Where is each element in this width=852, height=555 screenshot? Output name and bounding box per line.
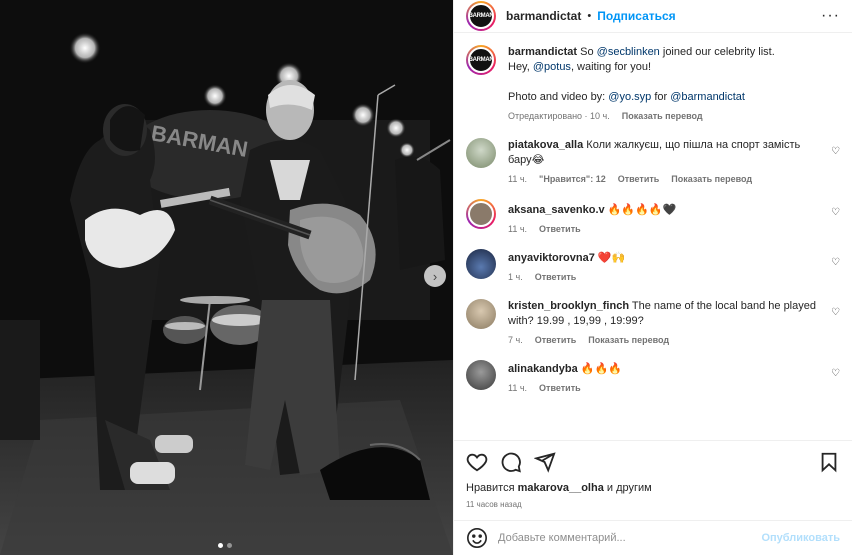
likes-suffix[interactable]: и другим [604,482,652,494]
like-heart-icon[interactable] [466,451,488,473]
header-separator: • [587,10,592,22]
post-header: BARMAN barmandictat • Подписаться ··· [454,0,852,33]
mention-link[interactable]: @yo.syp [608,91,651,103]
caption-text: Hey, [508,61,533,73]
commenter-avatar[interactable] [466,138,496,168]
like-comment-heart-icon[interactable]: ♡ [831,307,840,318]
reply-button[interactable]: Ответить [539,381,581,396]
commenter-username[interactable]: piatakova_alla [508,139,583,151]
comment-text: ❤️🙌 [597,252,626,264]
reply-button[interactable]: Ответить [535,333,577,348]
comment-input[interactable] [498,532,762,544]
mention-link[interactable]: @potus [533,61,571,73]
comment-time: 11 ч. [508,224,528,234]
post-details-panel: BARMAN barmandictat • Подписаться ··· BA… [453,0,852,555]
commenter-avatar[interactable] [466,360,496,390]
translate-button[interactable]: Показать перевод [622,109,703,124]
commenter-username[interactable]: kristen_brooklyn_finch [508,300,629,312]
carousel-indicator [218,543,232,548]
caption-text: Photo and video by: [508,91,609,103]
more-options-icon[interactable]: ··· [821,7,840,25]
comment-time: 1 ч. [508,272,523,282]
post-actions [454,440,852,482]
post-photo: BARMAN › [0,0,453,555]
comment-item: kristen_brooklyn_finch The name of the l… [466,299,840,348]
commenter-avatar[interactable] [466,199,496,229]
comment-likes-count[interactable]: "Нравится": 12 [539,172,606,187]
caption-text: for [651,91,671,103]
comment-bubble-icon[interactable] [500,451,522,473]
commenter-avatar[interactable] [466,249,496,279]
comment-text: 🔥🔥🔥 [580,363,622,375]
add-comment-bar: Опубликовать [454,520,852,555]
carousel-dot-1 [218,543,223,548]
next-slide-button[interactable]: › [424,265,446,287]
comment-time: 7 ч. [508,335,523,345]
comment-item: aksana_savenko.v 🔥🔥🔥🔥🖤 11 ч. Ответить ♡ [466,199,840,237]
caption-edited-time: Отредактировано · 10 ч. [508,111,610,121]
translate-button[interactable]: Показать перевод [671,172,752,187]
translate-button[interactable]: Показать перевод [588,333,669,348]
reply-button[interactable]: Ответить [535,270,577,285]
likes-summary: Нравится makarova__olha и другим [454,482,852,498]
caption-text: , waiting for you! [570,61,652,73]
caption-username[interactable]: barmandictat [508,46,577,58]
author-username[interactable]: barmandictat [506,9,581,23]
caption-avatar[interactable]: BARMAN [466,45,496,75]
likes-user[interactable]: makarova__olha [518,482,604,494]
commenter-username[interactable]: alinakandyba [508,363,578,375]
commenter-username[interactable]: anyaviktorovna7 [508,252,595,264]
likes-prefix: Нравится [466,482,518,494]
commenter-avatar[interactable] [466,299,496,329]
share-send-icon[interactable] [533,451,556,473]
comments-list: BARMAN barmandictat So @secblinken joine… [454,33,852,440]
reply-button[interactable]: Ответить [618,172,660,187]
like-comment-heart-icon[interactable]: ♡ [831,368,840,379]
like-comment-heart-icon[interactable]: ♡ [831,257,840,268]
emoji-smile-icon[interactable] [466,527,488,549]
author-avatar[interactable]: BARMAN [466,1,496,31]
publish-button[interactable]: Опубликовать [761,532,840,544]
caption-text: joined our celebrity list. [659,46,775,58]
reply-button[interactable]: Ответить [539,222,581,237]
comment-item: piatakova_alla Коли жалкуєш, що пішла на… [466,138,840,187]
mention-link[interactable]: @secblinken [597,46,660,58]
follow-button[interactable]: Подписаться [597,9,675,23]
save-bookmark-icon[interactable] [818,451,840,473]
comment-text: 🔥🔥🔥🔥🖤 [607,204,677,216]
carousel-dot-2 [227,543,232,548]
post-time[interactable]: 11 часов назад [454,498,852,520]
mention-link[interactable]: @barmandictat [670,91,745,103]
caption-text: So [580,46,597,58]
comment-item: alinakandyba 🔥🔥🔥 11 ч. Ответить ♡ [466,360,840,396]
avatar-logo-text: BARMAN [468,13,494,19]
avatar-logo-text: BARMAN [468,57,494,63]
comment-time: 11 ч. [508,174,528,184]
comment-item: anyaviktorovna7 ❤️🙌 1 ч. Ответить ♡ [466,249,840,285]
instagram-post-modal: BARMAN › BARMAN barmandictat • Подписать… [0,0,852,555]
caption: BARMAN barmandictat So @secblinken joine… [466,45,840,124]
like-comment-heart-icon[interactable]: ♡ [831,207,840,218]
comment-time: 11 ч. [508,383,528,393]
concert-photo: BARMAN [0,0,453,555]
like-comment-heart-icon[interactable]: ♡ [831,146,840,157]
commenter-username[interactable]: aksana_savenko.v [508,204,605,216]
